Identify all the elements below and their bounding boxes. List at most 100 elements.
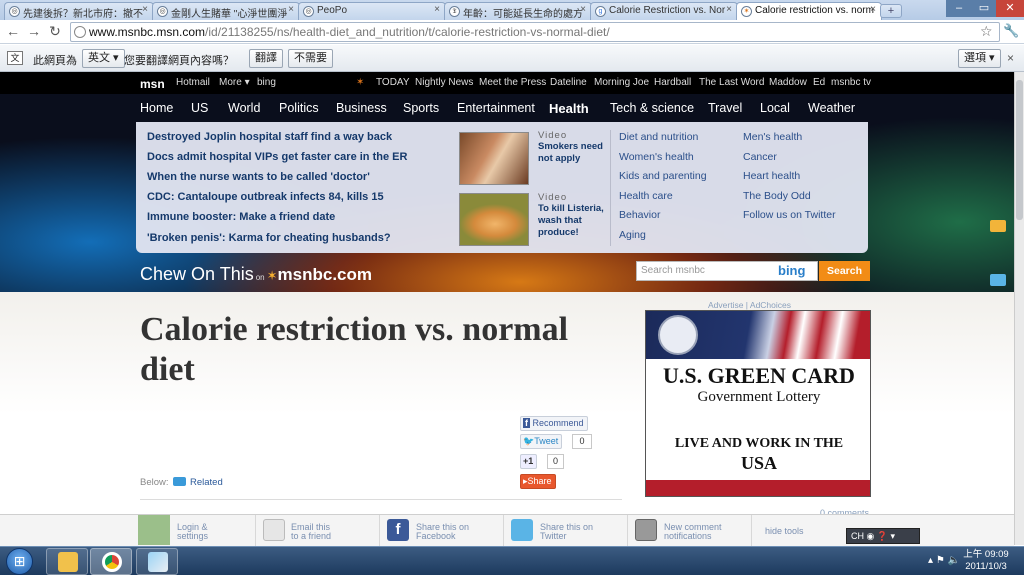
bing-link[interactable]: bing <box>257 77 276 88</box>
category-link[interactable]: The Body Odd <box>743 190 811 202</box>
video-title-link[interactable]: Smokers need not apply <box>538 141 610 165</box>
category-link[interactable]: Kids and parenting <box>619 170 707 182</box>
start-button[interactable]: ⊞ <box>6 548 33 575</box>
nav-weather[interactable]: Weather <box>808 101 855 115</box>
close-infobar-icon[interactable]: × <box>1007 51 1014 65</box>
language-select[interactable]: 英文 ▾ <box>82 49 125 68</box>
tweet-button[interactable]: 🐦Tweet <box>520 434 563 449</box>
forward-arrow-icon[interactable]: → <box>25 23 43 41</box>
green-card-ad[interactable]: U.S. GREEN CARD Government Lottery LIVE … <box>645 310 871 497</box>
close-tab-icon[interactable]: × <box>434 4 440 15</box>
headline-link[interactable]: Immune booster: Make a friend date <box>147 211 335 223</box>
nav-local[interactable]: Local <box>760 101 790 115</box>
video-thumbnail-smoker[interactable] <box>459 132 529 185</box>
no-thanks-button[interactable]: 不需要 <box>288 49 333 68</box>
show-hidden-icons-icon[interactable]: ▴ <box>928 555 933 566</box>
paint-taskbar-button[interactable] <box>136 548 178 575</box>
nav-business[interactable]: Business <box>336 101 387 115</box>
share-button[interactable]: ▸Share <box>520 474 556 489</box>
headline-link[interactable]: Docs admit hospital VIPs get faster care… <box>147 151 407 163</box>
category-link[interactable]: Women's health <box>619 151 694 163</box>
nav-politics[interactable]: Politics <box>279 101 319 115</box>
hardball-link[interactable]: Hardball <box>654 77 691 88</box>
category-link[interactable]: Diet and nutrition <box>619 131 698 143</box>
nav-travel[interactable]: Travel <box>708 101 742 115</box>
dateline-link[interactable]: Dateline <box>550 77 587 88</box>
category-link[interactable]: Heart health <box>743 170 800 182</box>
headline-link[interactable]: Destroyed Joplin hospital staff find a w… <box>147 131 392 143</box>
more-link[interactable]: More ▾ <box>219 77 250 88</box>
nav-tech-science[interactable]: Tech & science <box>610 101 694 115</box>
ime-language-bar[interactable]: CH ◉ ❓ ▾ <box>846 528 920 544</box>
wrench-menu-icon[interactable]: 🔧 <box>1003 23 1019 39</box>
options-button[interactable]: 選項 ▾ <box>958 49 1001 68</box>
tab-1[interactable]: ◎ 先建後拆？新北市府：撤不 × <box>4 2 154 20</box>
category-link[interactable]: Behavior <box>619 209 660 221</box>
share-facebook-item[interactable]: f Share this on Facebook <box>380 515 504 547</box>
nav-world[interactable]: World <box>228 101 260 115</box>
login-settings-item[interactable]: Login & settings <box>138 515 256 547</box>
side-mail-icon[interactable] <box>990 220 1006 232</box>
headline-link[interactable]: When the nurse wants to be called 'docto… <box>147 171 370 183</box>
back-arrow-icon[interactable]: ← <box>4 23 22 41</box>
side-mail-icon[interactable] <box>990 274 1006 286</box>
chrome-taskbar-button[interactable] <box>90 548 132 575</box>
email-friend-item[interactable]: Email this to a friend <box>256 515 380 547</box>
tab-5[interactable]: g Calorie Restriction vs. Nor × <box>590 2 738 20</box>
flag-icon[interactable]: ⚑ <box>936 555 945 566</box>
facebook-recommend-button[interactable]: f Recommend <box>520 416 588 431</box>
scrollbar-thumb[interactable] <box>1016 80 1023 220</box>
vertical-scrollbar[interactable] <box>1014 72 1024 545</box>
explorer-taskbar-button[interactable] <box>46 548 88 575</box>
headline-link[interactable]: CDC: Cantaloupe outbreak infects 84, kil… <box>147 191 384 203</box>
nav-sports[interactable]: Sports <box>403 101 439 115</box>
category-link[interactable]: Health care <box>619 190 673 202</box>
reload-icon[interactable]: ↻ <box>46 23 64 41</box>
section-brand[interactable]: Chew On This on ✶msnbc.com <box>140 264 372 285</box>
nav-home[interactable]: Home <box>140 101 173 115</box>
last-word-link[interactable]: The Last Word <box>699 77 764 88</box>
category-link[interactable]: Men's health <box>743 131 802 143</box>
close-tab-icon[interactable]: × <box>288 4 294 15</box>
nav-health[interactable]: Health <box>549 101 589 116</box>
comment-notifications-item[interactable]: New comment notifications <box>628 515 752 547</box>
ad-header[interactable]: Advertise | AdChoices <box>708 300 791 310</box>
close-tab-icon[interactable]: × <box>580 4 586 15</box>
meet-the-press-link[interactable]: Meet the Press <box>479 77 546 88</box>
search-button[interactable]: Search <box>819 261 870 281</box>
related-link[interactable]: Related <box>173 477 223 488</box>
headline-link[interactable]: 'Broken penis': Karma for cheating husba… <box>147 232 391 244</box>
close-tab-icon[interactable]: × <box>142 4 148 15</box>
maddow-link[interactable]: Maddow <box>769 77 807 88</box>
close-tab-icon[interactable]: × <box>870 4 876 15</box>
msnbc-tv-link[interactable]: msnbc tv <box>831 77 871 88</box>
ed-link[interactable]: Ed <box>813 77 825 88</box>
tab-6-active[interactable]: ✶ Calorie restriction vs. norm × <box>736 2 882 21</box>
hide-tools-link[interactable]: hide tools <box>765 527 804 536</box>
system-clock[interactable]: 上午 09:09 2011/10/3 <box>956 549 1016 573</box>
hotmail-link[interactable]: Hotmail <box>176 77 210 88</box>
video-title-link[interactable]: To kill Listeria, wash that produce! <box>538 203 610 239</box>
tab-4[interactable]: 𝕿 年齡：可能延長生命的處方 × <box>444 2 592 20</box>
today-link[interactable]: TODAY <box>376 77 410 88</box>
category-link[interactable]: Follow us on Twitter <box>743 209 836 221</box>
category-link[interactable]: Aging <box>619 229 646 241</box>
tab-3[interactable]: ◎ PeoPo × <box>298 2 446 20</box>
msn-logo[interactable]: msn <box>140 77 165 91</box>
category-link[interactable]: Cancer <box>743 151 777 163</box>
close-tab-icon[interactable]: × <box>726 4 732 15</box>
close-window-button[interactable]: ✕ <box>996 0 1024 17</box>
plusone-button[interactable]: +1 <box>520 454 538 469</box>
address-bar[interactable]: www.msnbc.msn.com/id/21138255/ns/health-… <box>70 22 1000 42</box>
bookmark-star-icon[interactable]: ☆ <box>980 23 993 40</box>
translate-button[interactable]: 翻譯 <box>249 49 283 68</box>
nav-us[interactable]: US <box>191 101 208 115</box>
minimize-button[interactable]: – <box>946 0 972 17</box>
share-twitter-item[interactable]: Share this on Twitter <box>504 515 628 547</box>
video-thumbnail-cantaloupe[interactable] <box>459 193 529 246</box>
tab-2[interactable]: ◎ 金剛人生賭華 "心淨世團淨 × <box>152 2 300 20</box>
nightly-news-link[interactable]: Nightly News <box>415 77 473 88</box>
maximize-button[interactable]: ▭ <box>972 0 996 17</box>
nav-entertainment[interactable]: Entertainment <box>457 101 535 115</box>
morning-joe-link[interactable]: Morning Joe <box>594 77 649 88</box>
